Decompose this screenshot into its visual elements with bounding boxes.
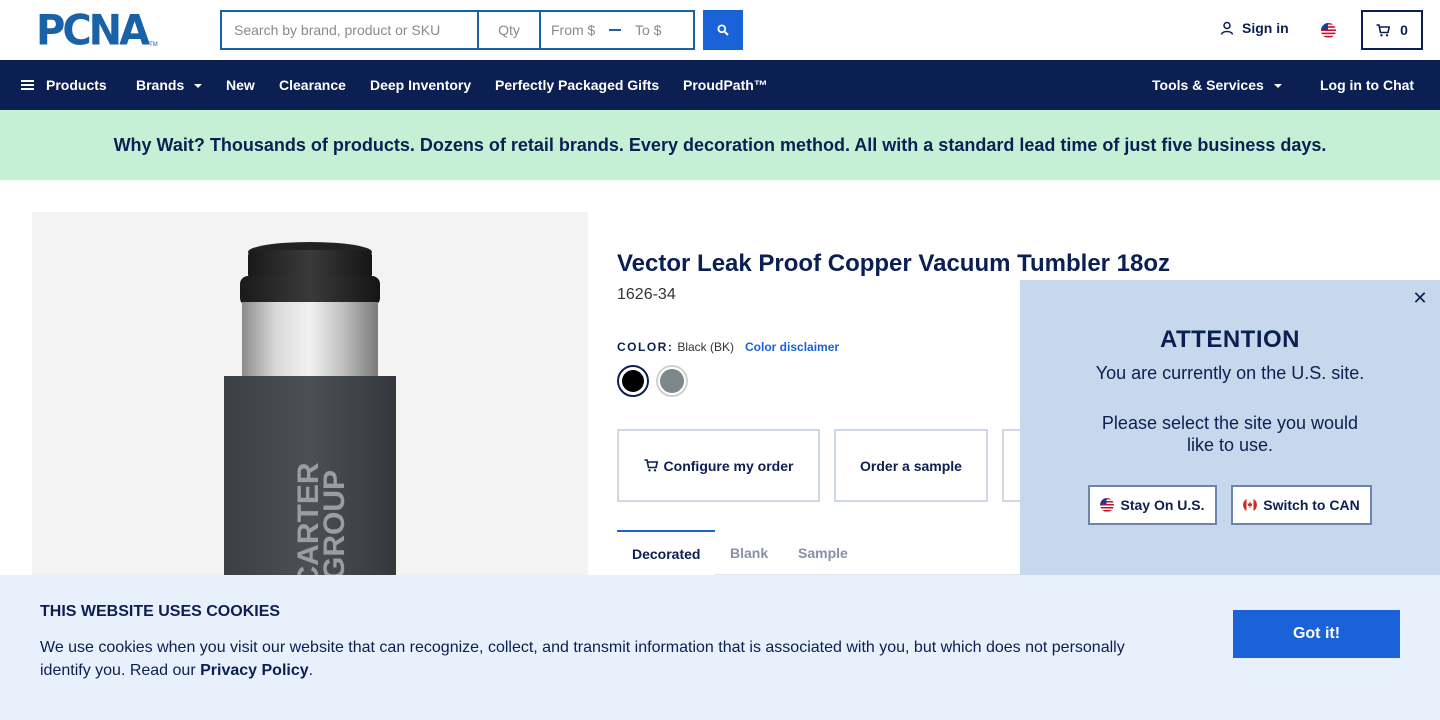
nav-products-label: Products: [46, 77, 107, 93]
cookie-banner: THIS WEBSITE USES COOKIES We use cookies…: [0, 575, 1440, 720]
nav-tools-services[interactable]: Tools & Services: [1152, 60, 1282, 110]
log-in-to-chat-link[interactable]: Log in to Chat: [1320, 60, 1414, 110]
site-selector-popup: ✕ ATTENTION You are currently on the U.S…: [1020, 280, 1440, 575]
cart-icon: [644, 459, 658, 472]
us-flag-icon[interactable]: [1321, 23, 1336, 38]
tab-decorated[interactable]: Decorated: [617, 530, 716, 575]
cookie-title: THIS WEBSITE USES COOKIES: [40, 603, 281, 620]
nav-brands-label: Brands: [136, 77, 185, 93]
main-nav: Products Brands New Clearance Deep Inven…: [0, 60, 1440, 110]
attention-title: ATTENTION: [1159, 326, 1301, 353]
sign-in-label: Sign in: [1242, 20, 1289, 36]
color-disclaimer-link[interactable]: Color disclaimer: [745, 340, 839, 354]
color-row: COLOR: Black (BK) Color disclaimer: [617, 340, 839, 354]
logo-text: PCNA: [36, 6, 150, 56]
attention-prompt: Please select the site you would like to…: [1101, 413, 1359, 455]
user-icon: [1220, 21, 1234, 35]
switch-to-can-button[interactable]: Switch to CAN: [1231, 485, 1372, 525]
menu-icon: [21, 78, 34, 92]
price-to-field[interactable]: To $: [635, 22, 661, 38]
nav-deep-inventory[interactable]: Deep Inventory: [370, 60, 471, 110]
price-range-input[interactable]: From $ To $: [540, 10, 695, 50]
nav-tools-services-label: Tools & Services: [1152, 77, 1264, 93]
tab-sample[interactable]: Sample: [783, 530, 863, 575]
configure-order-button[interactable]: Configure my order: [617, 429, 820, 502]
configure-order-label: Configure my order: [663, 457, 794, 474]
qty-input[interactable]: [478, 10, 540, 50]
color-swatch-gray[interactable]: [656, 365, 688, 397]
imprint-text-line2: GROUP: [318, 470, 351, 580]
nav-perfectly-packaged-gifts[interactable]: Perfectly Packaged Gifts: [495, 60, 659, 110]
price-from-field[interactable]: From $: [551, 22, 609, 38]
tab-blank[interactable]: Blank: [715, 530, 783, 575]
logo-trademark: TM: [149, 42, 158, 48]
nav-new[interactable]: New: [226, 60, 255, 110]
got-it-button[interactable]: Got it!: [1233, 610, 1400, 658]
search-button[interactable]: [703, 10, 743, 50]
attention-message: You are currently on the U.S. site.: [1095, 363, 1365, 383]
nav-clearance[interactable]: Clearance: [279, 60, 346, 110]
pcna-logo[interactable]: PCNA TM: [36, 6, 158, 56]
cart-button[interactable]: 0: [1361, 10, 1423, 50]
product-sku: 1626-34: [617, 286, 676, 303]
color-swatch-black[interactable]: [617, 365, 649, 397]
switch-to-can-label: Switch to CAN: [1263, 497, 1360, 513]
promo-text: Why Wait? Thousands of products. Dozens …: [113, 134, 1327, 155]
search-group: From $ To $: [220, 10, 695, 50]
search-input[interactable]: [220, 10, 478, 50]
caret-down-icon: [1273, 84, 1282, 88]
privacy-policy-link[interactable]: Privacy Policy: [200, 662, 309, 679]
color-value: Black (BK): [677, 340, 735, 354]
sign-in-link[interactable]: Sign in: [1220, 20, 1289, 36]
order-sample-button[interactable]: Order a sample: [834, 429, 988, 502]
cart-count: 0: [1400, 22, 1408, 38]
stay-on-us-button[interactable]: Stay On U.S.: [1088, 485, 1217, 525]
nav-brands[interactable]: Brands: [136, 60, 203, 110]
top-header: PCNA TM From $ To $ Sign in: [0, 0, 1440, 60]
nav-products[interactable]: Products: [21, 60, 107, 110]
close-icon[interactable]: ✕: [1410, 288, 1430, 308]
color-label: COLOR:: [617, 340, 674, 354]
cookie-text: We use cookies when you visit our websit…: [40, 636, 1150, 682]
us-flag-icon: [1100, 498, 1115, 512]
stay-on-us-label: Stay On U.S.: [1120, 497, 1205, 513]
caret-down-icon: [194, 84, 203, 88]
cart-icon: [1376, 23, 1391, 36]
search-icon: [717, 24, 729, 36]
price-range-dash: [609, 29, 621, 31]
cookie-text-end: .: [308, 662, 314, 679]
canada-flag-icon: [1243, 498, 1258, 512]
promo-banner: Why Wait? Thousands of products. Dozens …: [0, 110, 1440, 180]
product-title: Vector Leak Proof Copper Vacuum Tumbler …: [617, 250, 1171, 277]
nav-proudpath[interactable]: ProudPath™: [683, 60, 768, 110]
